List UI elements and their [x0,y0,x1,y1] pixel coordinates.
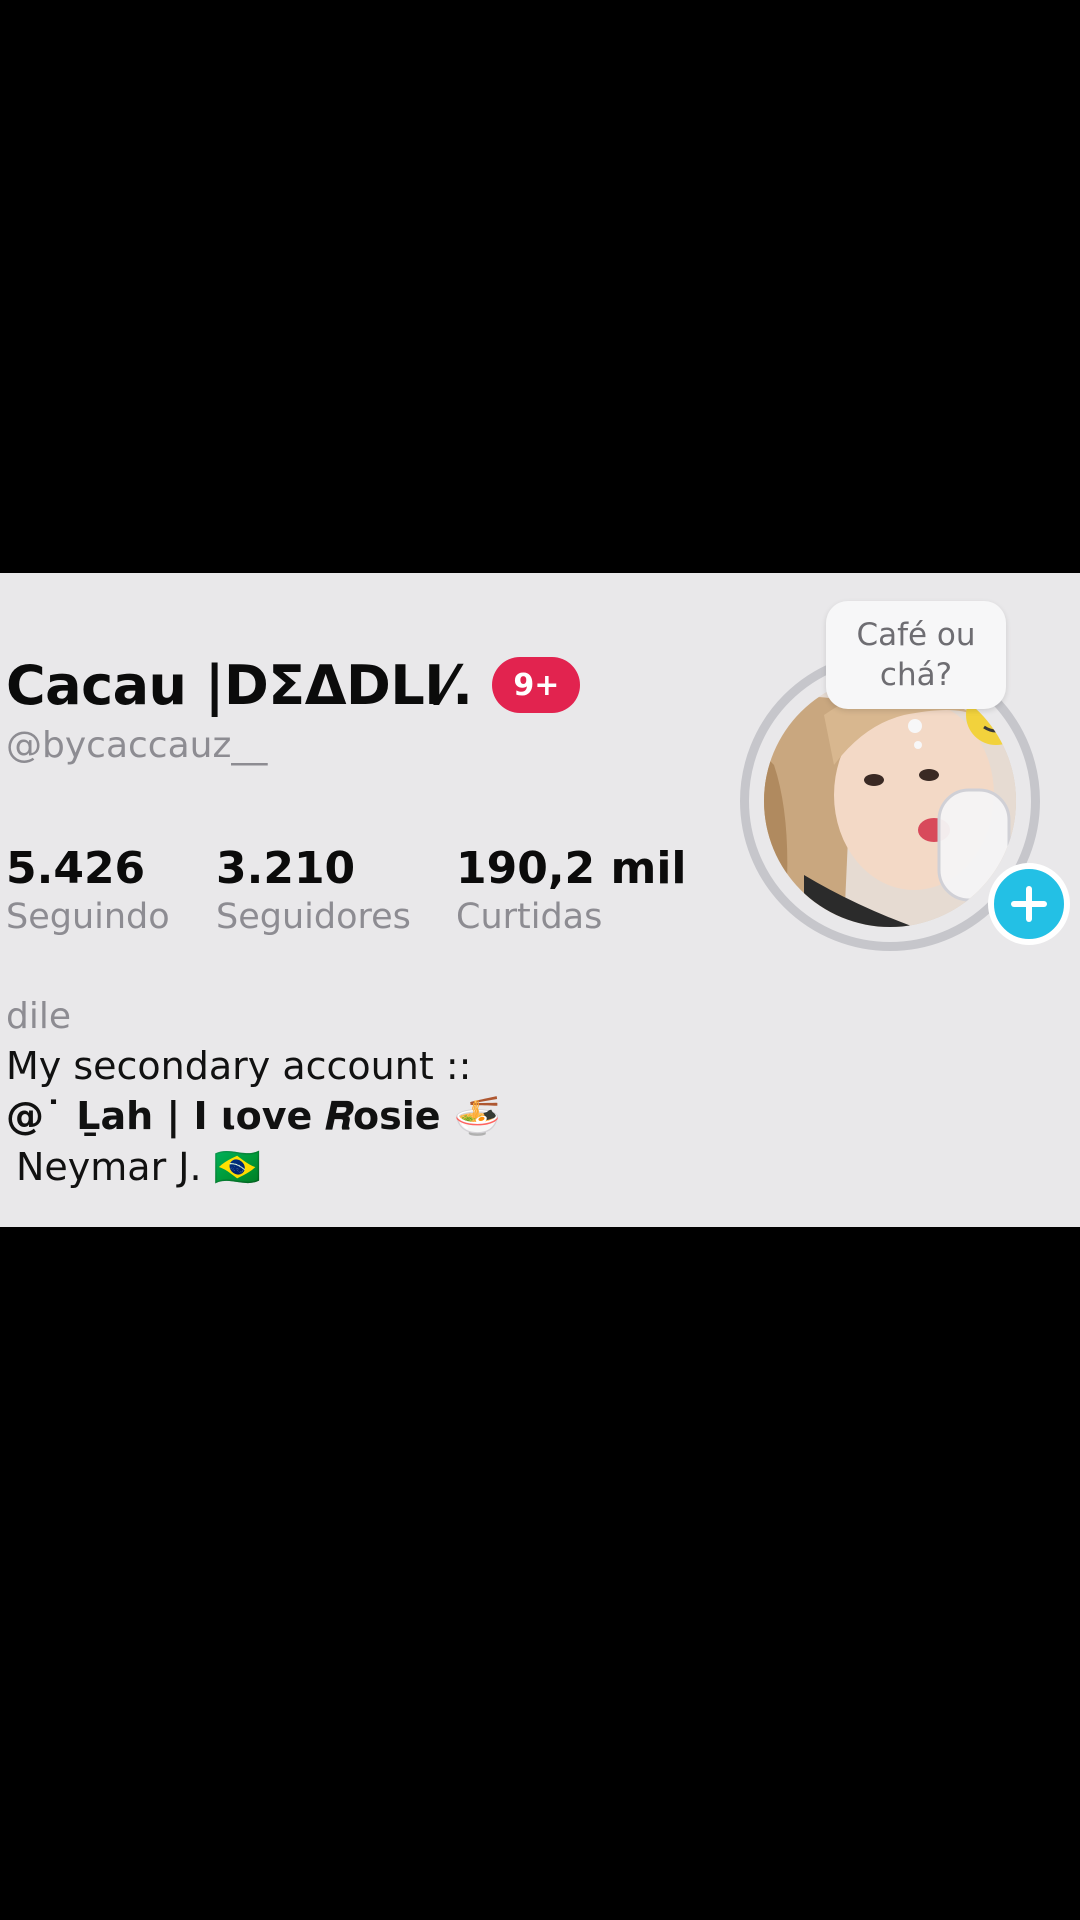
note-bubble-tail-dot-small [914,741,922,749]
note-bubble[interactable]: Café ou chá? [826,601,1006,709]
stat-likes-label: Curtidas [456,897,603,938]
stat-followers[interactable]: 3.210 Seguidores [216,843,411,938]
display-name-row: Cacau |DΣΔDLI⁄. 9+ [6,635,581,735]
display-name: Cacau |DΣΔDLI⁄. [6,653,473,717]
stat-following[interactable]: 5.426 Seguindo [6,843,170,938]
notification-badge[interactable]: 9+ [492,657,581,713]
username: @bycaccauz__ [6,725,268,766]
stat-following-value: 5.426 [6,843,146,894]
bio: dile My secondary account :: @˙ Ḻah | I … [6,993,501,1192]
bio-line-4: Neymar J. 🇧🇷 [16,1144,261,1189]
plus-icon [1011,886,1047,922]
stat-likes[interactable]: 190,2 mil Curtidas [456,843,687,938]
stat-likes-value: 190,2 mil [456,843,687,894]
note-bubble-tail-dot [908,719,922,733]
avatar-photo [764,675,1016,927]
bio-mention[interactable]: @˙ Ḻah | I ιove 𝑹osie 🍜 [6,1091,501,1142]
stat-following-label: Seguindo [6,897,170,938]
avatar[interactable] [764,675,1016,927]
add-story-button[interactable] [988,863,1070,945]
profile-card: Cacau |DΣΔDLI⁄. 9+ @bycaccauz__ 5.426 Se… [0,573,1080,1227]
screen: Cacau |DΣΔDLI⁄. 9+ @bycaccauz__ 5.426 Se… [0,0,1080,1920]
stat-followers-label: Seguidores [216,897,411,938]
bio-line-1: dile [6,996,72,1037]
stat-followers-value: 3.210 [216,843,356,894]
note-text: Café ou chá? [856,616,976,693]
bio-line-2: My secondary account :: [6,1043,472,1088]
